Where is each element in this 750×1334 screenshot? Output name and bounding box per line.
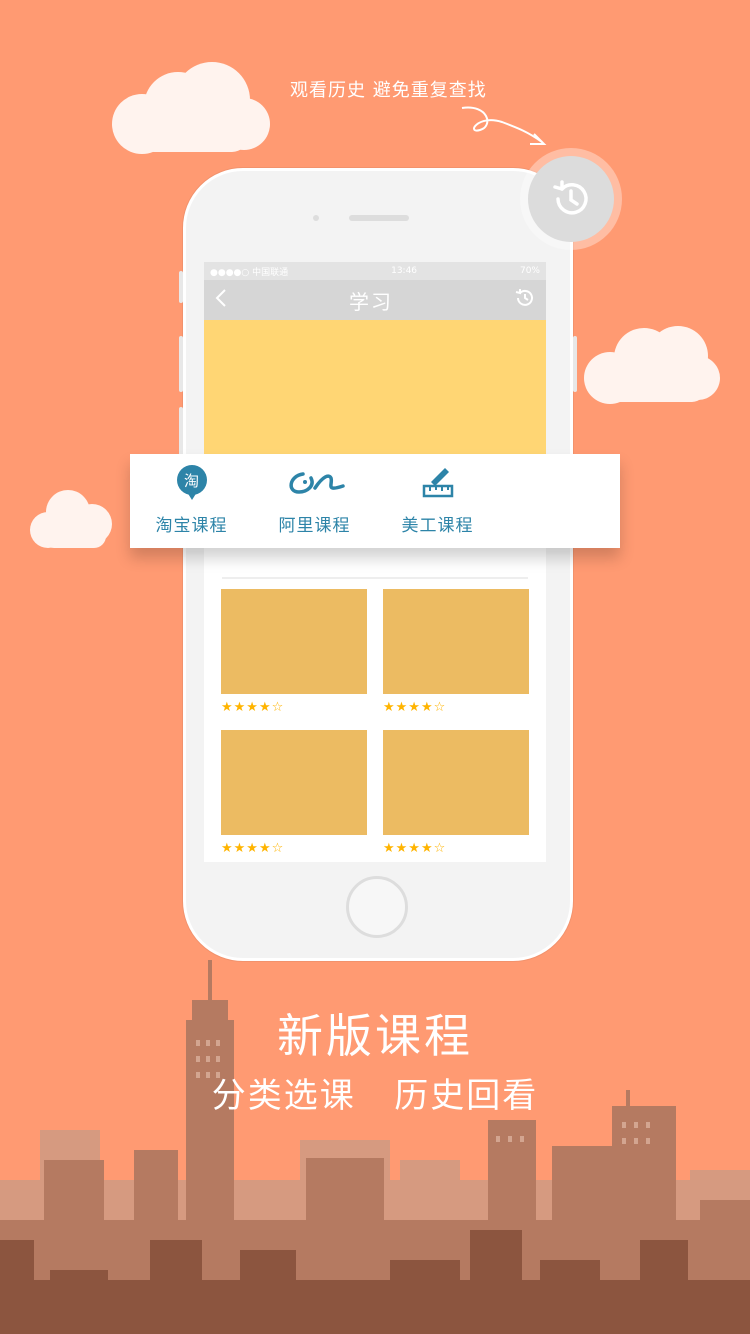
history-badge-circle bbox=[528, 156, 614, 242]
cloud-left bbox=[30, 490, 112, 548]
history-icon[interactable] bbox=[514, 287, 536, 313]
history-badge[interactable] bbox=[520, 148, 622, 250]
course-thumbnail[interactable] bbox=[383, 730, 529, 835]
phone-camera bbox=[313, 215, 319, 221]
taobao-icon: 淘 bbox=[175, 464, 209, 507]
category-taobao[interactable]: 淘 淘宝课程 bbox=[130, 464, 253, 536]
status-bar: ●●●●○ 中国联通 13:46 70% bbox=[204, 262, 546, 280]
design-ruler-icon bbox=[421, 466, 455, 505]
star-rating: ★★★★☆ bbox=[221, 841, 285, 856]
carrier-label: ●●●●○ 中国联通 bbox=[210, 267, 289, 278]
cloud-top-left bbox=[112, 62, 270, 154]
phone-screen: ●●●●○ 中国联通 13:46 70% 学习 ★★★★☆ ★★★★☆ ★★★★… bbox=[204, 262, 546, 862]
history-hint-text: 观看历史 避免重复查找 bbox=[290, 80, 487, 101]
phone-side-button bbox=[179, 336, 183, 392]
course-card[interactable]: ★★★★☆ bbox=[383, 589, 529, 730]
category-alibaba[interactable]: 阿里课程 bbox=[253, 467, 376, 536]
star-rating: ★★★★☆ bbox=[383, 841, 447, 856]
course-thumbnail[interactable] bbox=[383, 589, 529, 694]
svg-text:淘: 淘 bbox=[183, 472, 199, 490]
status-time: 13:46 bbox=[391, 266, 418, 276]
home-button[interactable] bbox=[346, 876, 408, 938]
nav-bar: 学习 bbox=[204, 280, 546, 320]
course-card[interactable]: ★★★★☆ bbox=[221, 730, 367, 862]
category-label: 美工课程 bbox=[401, 515, 474, 536]
promo-headline: 新版课程 bbox=[277, 1009, 473, 1063]
course-card[interactable]: ★★★★☆ bbox=[383, 730, 529, 862]
category-label: 淘宝课程 bbox=[155, 515, 228, 536]
phone-side-button bbox=[573, 336, 577, 392]
cloud-right bbox=[584, 326, 720, 404]
category-design[interactable]: 美工课程 bbox=[376, 467, 499, 536]
alibaba-icon bbox=[285, 468, 345, 503]
phone-side-button bbox=[179, 271, 183, 303]
curly-arrow-icon bbox=[461, 106, 547, 145]
chevron-left-icon[interactable] bbox=[214, 288, 228, 312]
course-grid: ★★★★☆ ★★★★☆ ★★★★☆ ★★★★☆ bbox=[204, 579, 546, 862]
history-icon bbox=[553, 180, 588, 215]
star-rating: ★★★★☆ bbox=[383, 700, 447, 715]
course-thumbnail[interactable] bbox=[221, 730, 367, 835]
category-panel: 淘 淘宝课程 阿里课程 美工课程 bbox=[130, 454, 620, 548]
page-title: 学习 bbox=[349, 289, 393, 314]
category-label: 阿里课程 bbox=[278, 515, 351, 536]
phone-speaker bbox=[349, 215, 409, 221]
course-banner[interactable] bbox=[204, 320, 546, 455]
star-rating: ★★★★☆ bbox=[221, 700, 285, 715]
course-card[interactable]: ★★★★☆ bbox=[221, 589, 367, 730]
promo-subline: 分类选课 历史回看 bbox=[211, 1076, 539, 1116]
battery-level: 70% bbox=[519, 266, 540, 276]
course-thumbnail[interactable] bbox=[221, 589, 367, 694]
